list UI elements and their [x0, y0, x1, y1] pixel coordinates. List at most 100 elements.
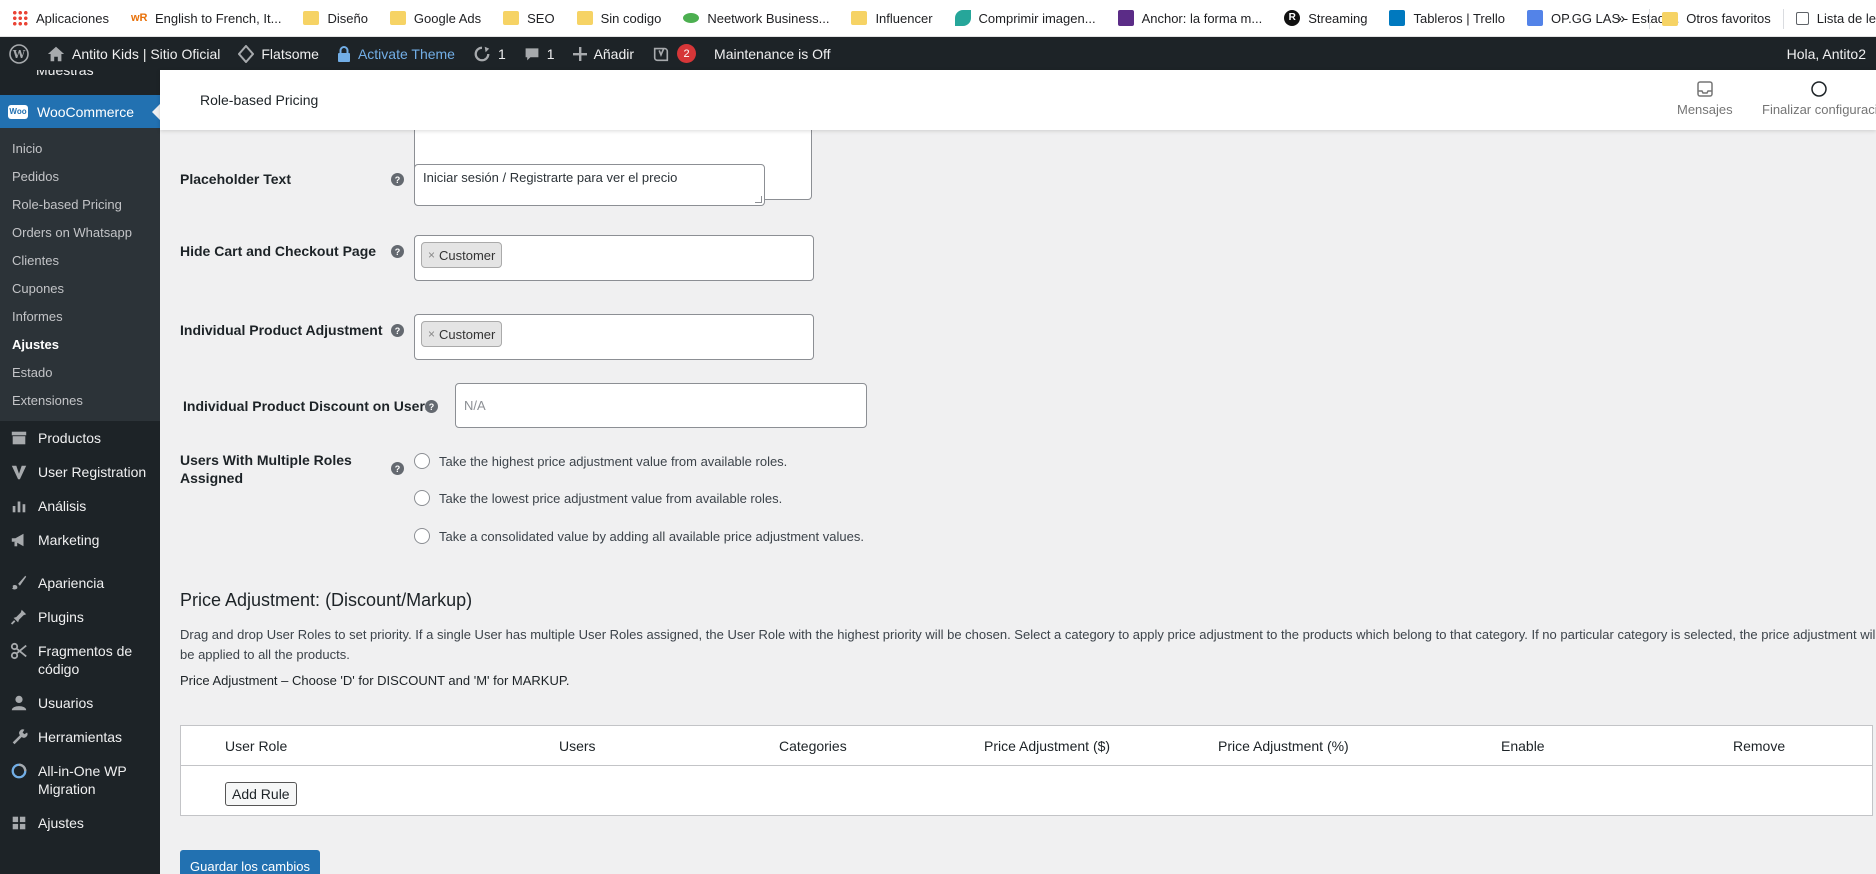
- help-icon[interactable]: ?: [391, 245, 404, 258]
- folder-icon: [851, 11, 868, 25]
- submenu-item-role-based-pricing[interactable]: Role-based Pricing: [0, 191, 160, 219]
- updates-link[interactable]: 1: [464, 37, 515, 70]
- folder-icon: [503, 11, 520, 25]
- wordpress-logo-button[interactable]: W: [0, 37, 38, 70]
- radio-button[interactable]: [414, 453, 430, 469]
- bookmark-neetwork[interactable]: Neetwork Business...: [683, 11, 829, 26]
- help-icon[interactable]: ?: [391, 462, 404, 475]
- settings-icon: [12, 816, 26, 830]
- remove-chip-icon[interactable]: ×: [428, 248, 435, 262]
- bookmark-translator[interactable]: wR English to French, It...: [131, 10, 281, 26]
- submenu-item-estado[interactable]: Estado: [0, 359, 160, 387]
- sidebar-item-productos[interactable]: Productos: [0, 421, 160, 455]
- trello-icon: [1389, 10, 1406, 26]
- plus-icon: [572, 46, 587, 61]
- divider: [1782, 8, 1784, 29]
- submenu-item-inicio[interactable]: Inicio: [0, 135, 160, 163]
- sidebar-item-woocommerce[interactable]: Woo WooCommerce: [0, 95, 160, 128]
- column-header-price-adjustment-dollar: Price Adjustment ($): [984, 738, 1111, 754]
- migration-icon: [11, 763, 27, 779]
- bookmark-folder-influencer[interactable]: Influencer: [851, 11, 933, 26]
- placeholder-text-label: Placeholder Text: [180, 171, 292, 187]
- leaf-icon: [954, 10, 971, 26]
- discount-users-placeholder: N/A: [464, 398, 486, 413]
- submenu-item-extensiones[interactable]: Extensiones: [0, 387, 160, 415]
- sidebar-item-fragmentos[interactable]: Fragmentos de código: [0, 634, 160, 686]
- sidebar-item-all-in-one-migration[interactable]: All-in-One WP Migration: [0, 754, 160, 806]
- plugin-icon: [10, 609, 27, 625]
- discount-users-input[interactable]: N/A: [455, 383, 867, 428]
- yoast-icon: [653, 47, 669, 61]
- column-header-price-adjustment-percent: Price Adjustment (%): [1218, 738, 1349, 754]
- sidebar-item-herramientas[interactable]: Herramientas: [0, 720, 160, 754]
- role-chip-customer: × Customer: [421, 321, 503, 347]
- comments-link[interactable]: 1: [515, 37, 564, 70]
- price-adjustment-title: Price Adjustment: (Discount/Markup): [180, 590, 473, 610]
- sidebar-item-analisis[interactable]: Análisis: [0, 489, 160, 523]
- role-chip-customer: × Customer: [421, 242, 503, 268]
- save-changes-button[interactable]: Guardar los cambios: [180, 850, 320, 874]
- sidebar-item-apariencia[interactable]: Apariencia: [0, 566, 160, 600]
- bookmark-folder-sin-codigo[interactable]: Sin codigo: [576, 11, 661, 26]
- hide-cart-label: Hide Cart and Checkout Page: [180, 243, 377, 259]
- bookmarks-bar: Aplicaciones wR English to French, It...…: [0, 0, 1876, 37]
- account-menu[interactable]: Hola, Antito2: [1787, 37, 1866, 70]
- placeholder-text-textarea[interactable]: Iniciar sesión / Registrarte para ver el…: [414, 164, 765, 206]
- finish-setup-button[interactable]: Finalizar configuraci: [1762, 80, 1876, 117]
- sidebar-item-usuarios[interactable]: Usuarios: [0, 686, 160, 720]
- add-rule-button[interactable]: Add Rule: [225, 782, 297, 806]
- sidebar-item-ajustes[interactable]: Ajustes: [0, 806, 160, 840]
- submenu-item-clientes[interactable]: Clientes: [0, 247, 160, 275]
- radio-option-lowest[interactable]: Take the lowest price adjustment value f…: [414, 490, 782, 506]
- add-new-link[interactable]: Añadir: [564, 37, 643, 70]
- bookmark-other-favorites[interactable]: Otros favoritos: [1662, 11, 1771, 26]
- multiple-roles-label: Users With Multiple Roles Assigned: [180, 452, 352, 486]
- yoast-seo-link[interactable]: 2: [643, 37, 705, 70]
- resize-handle-icon[interactable]: [755, 196, 762, 203]
- individual-adjustment-roles-select[interactable]: × Customer: [414, 314, 814, 360]
- submenu-item-ajustes[interactable]: Ajustes: [0, 331, 160, 359]
- help-icon[interactable]: ?: [391, 173, 404, 186]
- submenu-item-pedidos[interactable]: Pedidos: [0, 163, 160, 191]
- brush-icon: [11, 575, 27, 590]
- more-bookmarks-button[interactable]: »: [1617, 10, 1625, 27]
- hide-cart-roles-select[interactable]: × Customer: [414, 235, 814, 281]
- bookmark-apps[interactable]: Aplicaciones: [12, 10, 109, 26]
- sidebar-item-user-registration[interactable]: User Registration: [0, 455, 160, 489]
- bookmark-folder-diseno[interactable]: Diseño: [303, 11, 368, 26]
- radio-button[interactable]: [414, 528, 430, 544]
- radio-option-consolidated[interactable]: Take a consolidated value by adding all …: [414, 528, 864, 544]
- theme-link[interactable]: Flatsome: [229, 37, 328, 70]
- updates-icon: [474, 46, 490, 61]
- bookmark-streaming[interactable]: R Streaming: [1284, 10, 1367, 26]
- remove-chip-icon[interactable]: ×: [428, 327, 435, 341]
- divider: [1649, 8, 1651, 29]
- help-icon[interactable]: ?: [425, 400, 438, 413]
- submenu-item-cupones[interactable]: Cupones: [0, 275, 160, 303]
- tools-icon: [12, 729, 28, 745]
- bookmark-trello[interactable]: Tableros | Trello: [1389, 10, 1505, 26]
- sidebar-item-cut[interactable]: Muestras: [0, 70, 160, 95]
- individual-adjustment-label: Individual Product Adjustment: [180, 322, 383, 338]
- admin-sidebar: Muestras Woo WooCommerce Inicio Pedidos …: [0, 70, 160, 874]
- site-name-link[interactable]: Antito Kids | Sitio Oficial: [38, 37, 229, 70]
- price-adjustment-note: Price Adjustment – Choose 'D' for DISCOU…: [180, 673, 570, 688]
- help-icon[interactable]: ?: [391, 324, 404, 337]
- bookmark-compress[interactable]: Comprimir imagen...: [954, 10, 1096, 26]
- wr-icon: wR: [131, 12, 148, 24]
- bookmark-folder-seo[interactable]: SEO: [503, 11, 555, 26]
- radio-option-highest[interactable]: Take the highest price adjustment value …: [414, 453, 787, 469]
- radio-button[interactable]: [414, 490, 430, 506]
- page-header: Role-based Pricing Mensajes Finalizar co…: [160, 70, 1876, 130]
- activate-theme-link[interactable]: Activate Theme: [328, 37, 464, 70]
- sidebar-item-marketing[interactable]: Marketing: [0, 523, 160, 557]
- submenu-item-informes[interactable]: Informes: [0, 303, 160, 331]
- sidebar-item-plugins[interactable]: Plugins: [0, 600, 160, 634]
- folder-icon: [303, 11, 320, 25]
- bookmark-folder-google-ads[interactable]: Google Ads: [389, 11, 481, 26]
- bookmark-anchor[interactable]: Anchor: la forma m...: [1117, 10, 1262, 26]
- reading-list[interactable]: Lista de le: [1795, 11, 1876, 26]
- maintenance-status[interactable]: Maintenance is Off: [705, 37, 839, 70]
- submenu-item-orders-whatsapp[interactable]: Orders on Whatsapp: [0, 219, 160, 247]
- messages-button[interactable]: Mensajes: [1677, 80, 1733, 117]
